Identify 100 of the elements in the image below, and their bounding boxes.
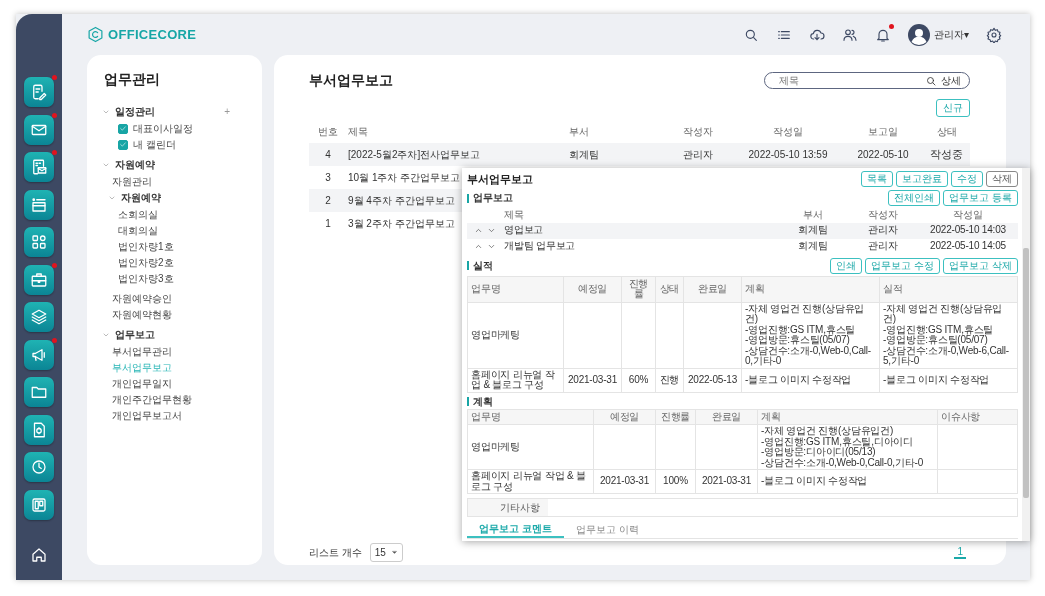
tree-item[interactable]: 자원관리 — [112, 174, 152, 190]
clock-icon — [30, 458, 48, 476]
rail-button[interactable] — [24, 414, 54, 445]
column-header: 작성일 — [952, 208, 984, 222]
table-cell: 관리자 — [848, 222, 918, 239]
tree-item[interactable]: 소회의실 — [118, 207, 158, 223]
tree-item[interactable]: 개인업무일지 — [112, 376, 172, 392]
settings-icon — [986, 26, 1002, 43]
bell-button[interactable] — [875, 26, 891, 43]
tree-item[interactable]: 개인주간업무현황 — [112, 392, 192, 408]
tree-group[interactable]: 자원예약 — [121, 190, 161, 206]
user-menu[interactable]: 관리자▾ — [908, 23, 969, 46]
rail-button[interactable] — [24, 227, 54, 257]
table-cell: 작성중 — [930, 148, 963, 161]
table-cell: 9월 4주차 주간업무보고 — [348, 195, 455, 206]
column-header: 상태 — [923, 119, 970, 143]
tree-item[interactable]: 부서업무관리 — [112, 344, 172, 360]
rail-button[interactable] — [24, 264, 54, 295]
column-header: 제목 — [503, 208, 525, 222]
table-cell: 3 — [325, 172, 331, 183]
column-header: 이슈사항 — [937, 409, 1018, 425]
checkbox-label[interactable]: 내 캘린더 — [133, 137, 176, 153]
table-cell: 진행 — [655, 368, 684, 392]
table-cell: -블로그 이미지 수정작업 — [879, 368, 1018, 392]
table-cell: 2022-05-10 14:03 — [918, 222, 1018, 239]
table-cell: 3월 2주차 주간업무보고 — [348, 218, 455, 229]
tree-item[interactable]: 법인차량1호 — [118, 239, 174, 255]
rail-button[interactable] — [24, 452, 54, 482]
caret-icon — [390, 549, 398, 556]
section-title: 업무보고 — [473, 192, 513, 204]
home-button[interactable] — [30, 546, 48, 564]
tree-item[interactable]: 자원예약승인 — [112, 291, 172, 307]
table-cell: 2022-05-10 13:59 — [748, 149, 828, 160]
tree-group[interactable]: 업무보고 — [115, 327, 155, 343]
column-header: 작성자 — [867, 208, 899, 222]
tree-item[interactable]: 대회의실 — [118, 223, 158, 239]
rail-button[interactable] — [24, 489, 54, 520]
grid-icon — [30, 233, 48, 251]
rail-button[interactable] — [24, 152, 54, 182]
column-header: 업무명 — [467, 409, 594, 425]
table-cell: -자체 영업건 진행(상담유입건) -영업진행:GS ITM,휴스틸 -영업방문:휴스틸(05/07) -상담건수:소개-0,Web-6,Call-5,기타-0 — [879, 302, 1018, 368]
table-cell: 2022-05-13 — [683, 368, 742, 392]
logo-icon — [87, 26, 104, 43]
section-title: 계획 — [473, 395, 493, 407]
layers-icon — [30, 308, 48, 326]
notes-field[interactable]: 기타사항 — [467, 498, 1018, 518]
calendar-mail-icon — [30, 158, 48, 176]
table-cell: 2022-05-10 — [857, 149, 909, 160]
column-header: 예정일 — [593, 409, 656, 425]
tree-group[interactable]: 일정관리 — [115, 104, 155, 120]
tree-item[interactable]: 법인차량3호 — [118, 271, 174, 287]
rail-button[interactable] — [24, 302, 54, 332]
rail-button[interactable] — [24, 189, 54, 220]
rail-button[interactable] — [24, 339, 54, 370]
table-cell: 60% — [621, 368, 656, 392]
checkbox[interactable] — [118, 123, 128, 134]
detail-link[interactable]: 상세 — [941, 73, 961, 88]
avatar — [908, 23, 930, 46]
section-marker — [467, 396, 469, 406]
tree-item[interactable]: 자원예약현황 — [112, 307, 172, 323]
tree-group[interactable]: 자원예약 — [115, 157, 155, 173]
table-cell: 관리자 — [683, 149, 713, 160]
column-header: 업무명 — [467, 276, 564, 302]
column-header: 완료일 — [683, 276, 742, 302]
scrollbar-thumb[interactable] — [1023, 248, 1029, 498]
column-header: 제목 — [347, 119, 568, 143]
column-header: 번호 — [309, 119, 347, 143]
rail-button[interactable] — [24, 114, 54, 145]
tree-item[interactable]: 개인업무보고서 — [112, 408, 182, 424]
delete-button[interactable]: 삭제 — [986, 171, 1018, 187]
table-cell: -자체 영업건 진행(상담유입건) -영업진행:GS ITM,휴스틸,디아이디 -영업방문:디아이디(05/13) -상담건수:소개-0,Web-0,Call-0,기타-0 — [757, 424, 938, 470]
table-cell: 홈페이지 리뉴얼 작업 & 블로그 구성 — [467, 368, 564, 392]
table-cell: 4 — [325, 149, 331, 160]
table-cell: 영업마케팅 — [467, 424, 594, 470]
page-size-select[interactable]: 15 — [369, 543, 403, 562]
search-icon[interactable] — [925, 74, 937, 87]
checkbox[interactable] — [118, 139, 128, 150]
scrollbar[interactable] — [1022, 168, 1030, 541]
table-cell: 홈페이지 리뉴얼 작업 & 블로그 구성 — [467, 469, 594, 494]
tree-item[interactable]: 법인차량2호 — [118, 255, 174, 271]
tab[interactable]: 업무보고 이력 — [563, 521, 651, 539]
table-cell: -블로그 이미지 수정작업 — [757, 469, 938, 494]
rail-button[interactable] — [24, 77, 54, 107]
table-cell: 회계팀 — [778, 222, 848, 239]
rail-button[interactable] — [24, 377, 54, 407]
section-title: 실적 — [473, 259, 493, 272]
panel-title: 업무관리 — [104, 71, 161, 88]
page-title: 부서업무보고 — [309, 72, 393, 89]
column-header: 진행률 — [621, 276, 656, 302]
checkbox-label[interactable]: 대표이사일정 — [133, 121, 193, 137]
table-cell: 10월 1주차 주간업무보고 — [348, 172, 461, 183]
settings-button[interactable] — [986, 26, 1002, 43]
table-cell: [2022-5월2주차]전사업무보고 — [348, 149, 481, 160]
table-cell: -자체 영업건 진행(상담유입건) -영업진행:GS ITM,휴스틸 -영업방문:휴스틸(05/07) -상담건수:소개-0,Web-0,Call-0,기타-0 — [741, 302, 880, 368]
table-cell: 100% — [655, 469, 696, 494]
column-header: 예정일 — [563, 276, 622, 302]
table-cell: 2022-05-10 14:05 — [918, 238, 1018, 255]
users-button[interactable] — [842, 26, 858, 43]
table-cell: 영업마케팅 — [467, 302, 564, 368]
board-icon — [30, 495, 48, 514]
